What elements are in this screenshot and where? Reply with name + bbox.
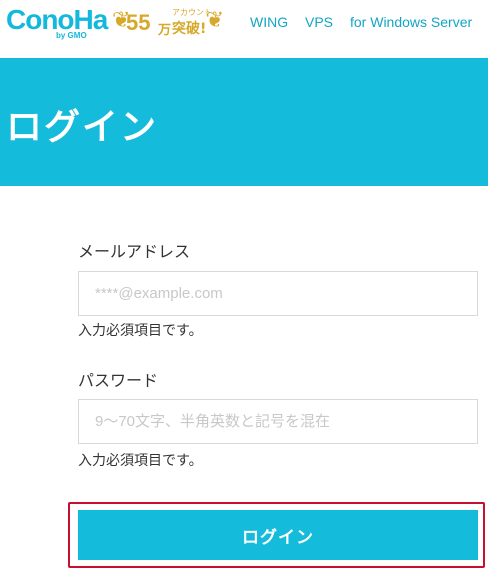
nav-link-wing[interactable]: WING — [250, 14, 288, 30]
password-required-hint: 入力必須項目です。 — [78, 453, 203, 469]
laurel-right-icon: ❦ — [205, 8, 224, 33]
login-button[interactable]: ログイン — [78, 510, 478, 560]
email-label: メールアドレス — [78, 242, 191, 261]
badge-number: 55 — [126, 10, 151, 35]
password-label: パスワード — [78, 371, 159, 390]
page-title: ログイン — [6, 107, 159, 148]
logo-subtext: by GMO — [56, 31, 87, 40]
password-field[interactable] — [78, 399, 478, 444]
badge-unit: 万 — [158, 23, 172, 38]
nav-link-windows-server[interactable]: for Windows Server — [350, 14, 472, 30]
site-header: ConoHa by GMO ❦ 55 万 アカウント 突破! ❦ WING VP… — [0, 0, 488, 48]
accounts-milestone-badge: ❦ 55 万 アカウント 突破! ❦ — [112, 6, 224, 38]
page-title-banner: ログイン — [0, 58, 488, 186]
nav-link-vps[interactable]: VPS — [305, 14, 333, 30]
conoha-logo[interactable]: ConoHa by GMO — [6, 4, 108, 42]
logo-text: ConoHa — [6, 4, 108, 35]
badge-main-text: 突破! — [172, 21, 207, 37]
email-field[interactable] — [78, 271, 478, 316]
email-required-hint: 入力必須項目です。 — [78, 323, 203, 339]
